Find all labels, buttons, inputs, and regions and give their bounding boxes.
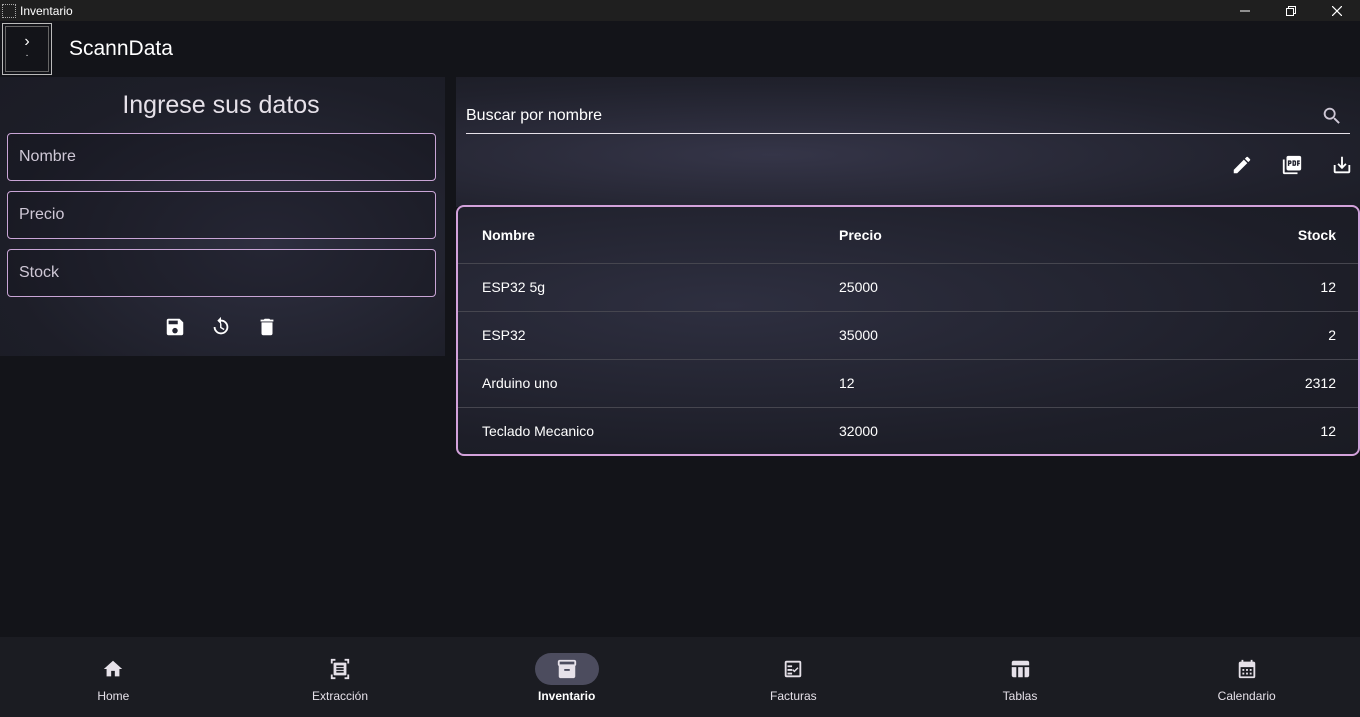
refresh-icon[interactable] [209, 315, 233, 339]
table-header-row: Nombre Precio Stock [458, 207, 1358, 263]
cell-stock: 2312 [1219, 358, 1358, 407]
nav-label: Extracción [311, 689, 369, 703]
window-title: Inventario [20, 3, 73, 18]
nav-item-inventario[interactable]: Inventario [453, 637, 680, 717]
table-icon [988, 653, 1052, 685]
receipt-check-icon [761, 653, 825, 685]
search-icon[interactable] [1320, 104, 1344, 128]
bottom-navigation: Home Extracción Inventario Facturas Tabl… [0, 637, 1360, 717]
table-row[interactable]: Teclado Mecanico 32000 12 [458, 406, 1358, 454]
cell-nombre: ESP32 5g [458, 262, 839, 311]
chevron-right-icon: › [24, 33, 30, 50]
nav-item-facturas[interactable]: Facturas [680, 637, 907, 717]
cell-precio: 32000 [839, 406, 1219, 454]
cell-stock: 12 [1219, 406, 1358, 454]
restore-icon[interactable] [1268, 0, 1314, 21]
app-icon [2, 3, 16, 18]
cell-precio: 35000 [839, 310, 1219, 359]
search-input[interactable] [466, 106, 1306, 125]
form-title: Ingrese sus datos [122, 91, 320, 119]
nombre-input[interactable] [19, 148, 435, 166]
download-icon[interactable] [1330, 153, 1354, 177]
precio-field[interactable] [7, 191, 436, 239]
stock-field[interactable] [7, 249, 436, 297]
nav-item-calendario[interactable]: Calendario [1133, 637, 1360, 717]
nav-item-extraccion[interactable]: Extracción [227, 637, 454, 717]
nav-label: Inventario [538, 689, 596, 703]
cell-stock: 12 [1219, 262, 1358, 311]
nav-label: Home [97, 689, 130, 703]
search-bar[interactable] [466, 98, 1350, 134]
window-controls [1222, 0, 1360, 21]
column-header-precio[interactable]: Precio [839, 207, 1219, 263]
nav-item-tablas[interactable]: Tablas [907, 637, 1134, 717]
inventory-table-card: Nombre Precio Stock ESP32 5g 25000 12 ES… [456, 205, 1360, 456]
stock-input[interactable] [19, 264, 435, 282]
nombre-field[interactable] [7, 133, 436, 181]
edit-icon[interactable] [1230, 153, 1254, 177]
cell-stock: 2 [1219, 310, 1358, 359]
table-row[interactable]: Arduino uno 12 2312 [458, 358, 1358, 407]
nav-item-home[interactable]: Home [0, 637, 227, 717]
app-bar: › · ScannData [0, 21, 1360, 77]
form-actions [0, 315, 442, 339]
nav-label: Facturas [770, 689, 817, 703]
data-entry-panel: Ingrese sus datos [0, 77, 445, 356]
dot-icon: · [25, 50, 29, 61]
minimize-icon[interactable] [1222, 0, 1268, 21]
cell-precio: 25000 [839, 262, 1219, 311]
delete-icon[interactable] [255, 315, 279, 339]
inventory-table: Nombre Precio Stock ESP32 5g 25000 12 ES… [458, 207, 1358, 454]
cell-nombre: Teclado Mecanico [458, 406, 839, 454]
nav-label: Calendario [1217, 689, 1276, 703]
cell-nombre: Arduino uno [458, 358, 839, 407]
save-icon[interactable] [163, 315, 187, 339]
inventory-panel [456, 77, 1360, 207]
home-icon [81, 653, 145, 685]
menu-toggle-button[interactable]: › · [2, 23, 52, 75]
table-row[interactable]: ESP32 5g 25000 12 [458, 262, 1358, 311]
table-actions [1230, 153, 1354, 177]
inventory-icon [534, 653, 599, 685]
pdf-icon[interactable] [1280, 153, 1304, 177]
document-scanner-icon [308, 653, 372, 685]
precio-input[interactable] [19, 206, 435, 224]
window-titlebar: Inventario [0, 0, 1360, 21]
calendar-icon [1215, 653, 1279, 685]
close-icon[interactable] [1314, 0, 1360, 21]
column-header-nombre[interactable]: Nombre [458, 207, 839, 263]
table-row[interactable]: ESP32 35000 2 [458, 310, 1358, 359]
cell-nombre: ESP32 [458, 310, 839, 359]
cell-precio: 12 [839, 358, 1219, 407]
app-title: ScannData [69, 37, 173, 60]
column-header-stock[interactable]: Stock [1219, 207, 1358, 263]
nav-label: Tablas [1002, 689, 1038, 703]
